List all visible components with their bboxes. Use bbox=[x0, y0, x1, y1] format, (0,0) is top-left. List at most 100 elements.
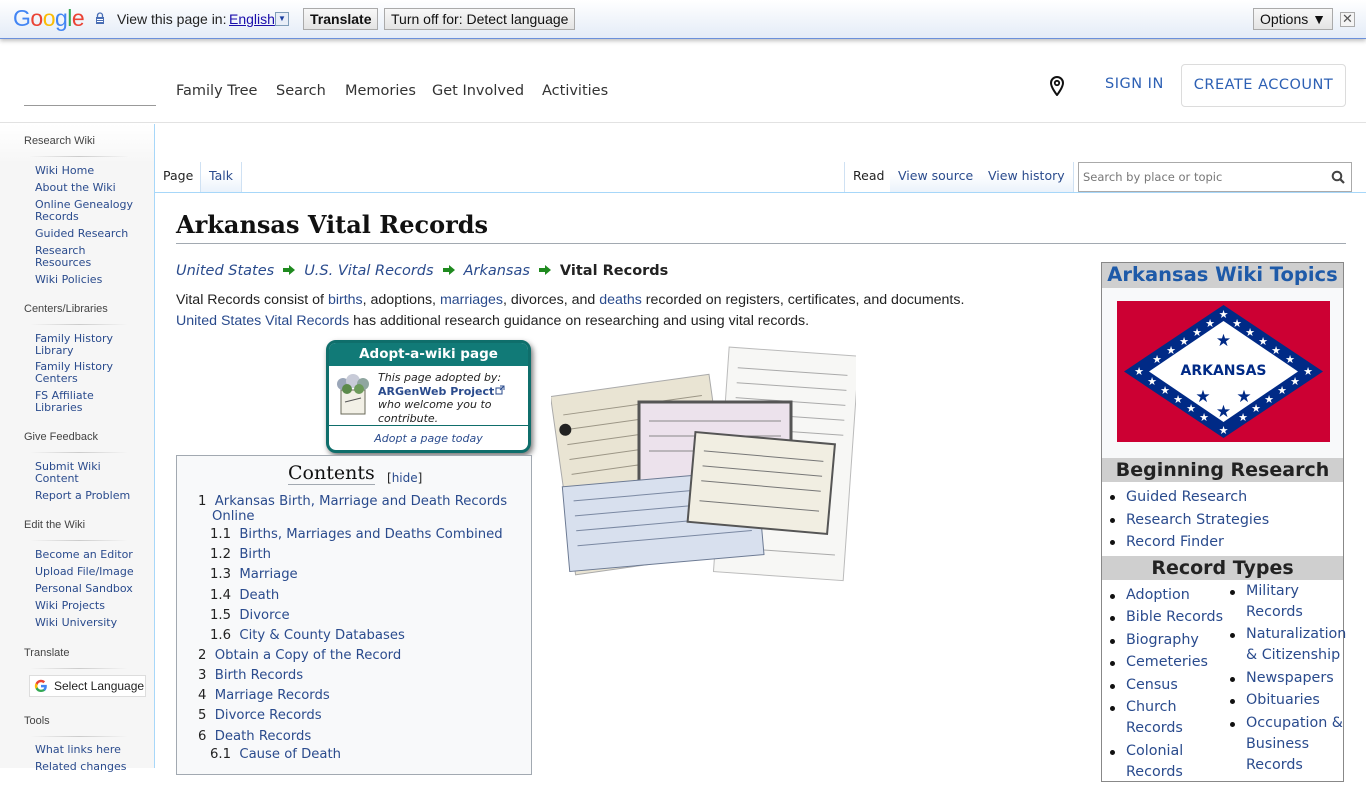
toc-link[interactable]: Arkansas Birth, Marriage and Death Recor… bbox=[215, 494, 507, 509]
sidebar-item-research-resources[interactable]: Research Resources bbox=[35, 245, 95, 269]
record-type-link[interactable]: Colonial Records bbox=[1126, 743, 1183, 780]
toc-item[interactable]: 1.4 Death bbox=[210, 588, 279, 603]
sidebar-item-report-a-problem[interactable]: Report a Problem bbox=[35, 490, 145, 502]
toc-link[interactable]: Birth bbox=[239, 547, 271, 562]
search-input[interactable]: Search by place or topic bbox=[1078, 162, 1352, 192]
adopt-a-page-link[interactable]: Adopt a page today bbox=[329, 432, 528, 445]
nav-search[interactable]: Search bbox=[276, 83, 326, 99]
sidebar-item-family-history-centers[interactable]: Family History Centers bbox=[35, 361, 115, 385]
nav-get-involved[interactable]: Get Involved bbox=[432, 83, 524, 99]
sidebar-item-fs-affiliate-libraries[interactable]: FS Affiliate Libraries bbox=[35, 390, 105, 414]
language-dropdown-icon[interactable]: ▼ bbox=[275, 12, 289, 26]
search-icon[interactable] bbox=[1331, 170, 1345, 184]
tab-view-source[interactable]: View source bbox=[890, 162, 983, 192]
record-type-link[interactable]: Biography bbox=[1126, 632, 1199, 648]
tab-talk[interactable]: Talk bbox=[200, 162, 242, 192]
sidebar-item-submit-wiki-content[interactable]: Submit Wiki Content bbox=[35, 461, 105, 485]
toc-item[interactable]: 1.2 Birth bbox=[210, 547, 271, 562]
toc-item[interactable]: Online bbox=[212, 509, 255, 524]
argenweb-project-link[interactable]: ARGenWeb Project bbox=[378, 385, 494, 398]
record-type-link[interactable]: Occupation & Business Records bbox=[1246, 715, 1343, 773]
sidebar-item-online-genealogy-records[interactable]: Online Genealogy Records bbox=[35, 199, 135, 223]
toc-link[interactable]: City & County Databases bbox=[239, 628, 404, 643]
nav-memories[interactable]: Memories bbox=[345, 83, 416, 99]
us-vital-records-link[interactable]: United States Vital Records bbox=[176, 313, 349, 329]
toc-item[interactable]: 1.6 City & County Databases bbox=[210, 628, 405, 643]
breadcrumb-united-states[interactable]: United States bbox=[176, 263, 274, 279]
logo-placeholder[interactable] bbox=[24, 105, 156, 106]
guided-research-link[interactable]: Guided Research bbox=[1126, 489, 1247, 505]
sidebar-item-upload-file-image[interactable]: Upload File/Image bbox=[35, 566, 145, 578]
toc-item[interactable]: 6.1 Cause of Death bbox=[210, 747, 341, 762]
toc-link[interactable]: Death Records bbox=[215, 729, 312, 744]
toc-item[interactable]: 4 Marriage Records bbox=[198, 688, 330, 703]
toc-link[interactable]: Births, Marriages and Deaths Combined bbox=[239, 527, 502, 542]
select-language-dropdown[interactable]: Select Language bbox=[29, 675, 146, 697]
sidebar-item-wiki-home[interactable]: Wiki Home bbox=[35, 165, 145, 177]
sidebar-item-become-an-editor[interactable]: Become an Editor bbox=[35, 549, 145, 561]
svg-text:★: ★ bbox=[1219, 424, 1229, 437]
deaths-link[interactable]: deaths bbox=[599, 292, 642, 308]
sidebar-item-family-history-library[interactable]: Family History Library bbox=[35, 333, 115, 357]
toc-item[interactable]: 2 Obtain a Copy of the Record bbox=[198, 648, 401, 663]
toc-link[interactable]: Divorce Records bbox=[215, 708, 322, 723]
toc-item[interactable]: 3 Birth Records bbox=[198, 668, 303, 683]
sign-in-link[interactable]: SIGN IN bbox=[1105, 76, 1164, 92]
sidebar-item-wiki-projects[interactable]: Wiki Projects bbox=[35, 600, 145, 612]
record-type-link[interactable]: Bible Records bbox=[1126, 609, 1223, 625]
toc-link[interactable]: Birth Records bbox=[215, 668, 303, 683]
research-strategies-link[interactable]: Research Strategies bbox=[1126, 512, 1269, 528]
record-type-link[interactable]: Military Records bbox=[1246, 583, 1303, 620]
toc-link[interactable]: Cause of Death bbox=[239, 747, 341, 762]
sidebar-item-about-the-wiki[interactable]: About the Wiki bbox=[35, 182, 145, 194]
infobox-title[interactable]: Arkansas Wiki Topics bbox=[1102, 263, 1343, 288]
births-link[interactable]: births bbox=[328, 292, 363, 308]
sidebar-item-related-changes[interactable]: Related changes bbox=[35, 761, 145, 773]
record-type-link[interactable]: Cemeteries bbox=[1126, 654, 1208, 670]
toc-link[interactable]: Death bbox=[239, 588, 279, 603]
tab-view-history-label[interactable]: View history bbox=[988, 168, 1065, 183]
nav-activities[interactable]: Activities bbox=[542, 83, 608, 99]
toc-item[interactable]: 1 Arkansas Birth, Marriage and Death Rec… bbox=[198, 494, 507, 509]
toc-link[interactable]: Obtain a Copy of the Record bbox=[215, 648, 401, 663]
toc-link[interactable]: Divorce bbox=[239, 608, 289, 623]
breadcrumb-arkansas[interactable]: Arkansas bbox=[464, 263, 530, 279]
tab-read[interactable]: Read bbox=[844, 162, 894, 192]
turn-off-button[interactable]: Turn off for: Detect language bbox=[384, 8, 576, 30]
sidebar-item-personal-sandbox[interactable]: Personal Sandbox bbox=[35, 583, 145, 595]
record-type-link[interactable]: Newspapers bbox=[1246, 670, 1334, 686]
toc-item[interactable]: 5 Divorce Records bbox=[198, 708, 322, 723]
toc-item[interactable]: 1.3 Marriage bbox=[210, 567, 298, 582]
toc-link[interactable]: Marriage bbox=[239, 567, 297, 582]
tab-page[interactable]: Page bbox=[155, 162, 203, 192]
breadcrumb-us-vital-records[interactable]: U.S. Vital Records bbox=[304, 263, 433, 279]
create-account-button[interactable]: CREATE ACCOUNT bbox=[1181, 64, 1346, 107]
record-type-link[interactable]: Obituaries bbox=[1246, 692, 1320, 708]
tab-talk-label[interactable]: Talk bbox=[209, 168, 233, 183]
record-type-link[interactable]: Naturalization & Citizenship bbox=[1246, 626, 1346, 663]
language-link[interactable]: English bbox=[229, 11, 275, 27]
translate-button[interactable]: Translate bbox=[303, 8, 379, 30]
sidebar-item-what-links-here[interactable]: What links here bbox=[35, 744, 145, 756]
sidebar-item-wiki-university[interactable]: Wiki University bbox=[35, 617, 145, 629]
tab-view-source-label[interactable]: View source bbox=[898, 168, 973, 183]
record-finder-link[interactable]: Record Finder bbox=[1126, 534, 1224, 550]
tab-view-history[interactable]: View history bbox=[980, 162, 1074, 192]
toc-hide-link[interactable]: hide bbox=[392, 471, 418, 485]
record-type-link[interactable]: Adoption bbox=[1126, 587, 1190, 603]
toc-link[interactable]: Marriage Records bbox=[215, 688, 330, 703]
marriages-link[interactable]: marriages bbox=[440, 292, 503, 308]
toc-item[interactable]: 6 Death Records bbox=[198, 729, 311, 744]
sidebar-item-guided-research[interactable]: Guided Research bbox=[35, 228, 145, 240]
close-icon[interactable]: ✕ bbox=[1340, 12, 1355, 27]
record-type-link[interactable]: Census bbox=[1126, 677, 1178, 693]
options-button[interactable]: Options ▼ bbox=[1253, 8, 1333, 30]
toc-item[interactable]: 1.5 Divorce bbox=[210, 608, 290, 623]
toc-hide-toggle[interactable]: [hide] bbox=[387, 471, 422, 485]
toc-item[interactable]: 1.1 Births, Marriages and Deaths Combine… bbox=[210, 527, 503, 542]
sidebar-item-wiki-policies[interactable]: Wiki Policies bbox=[35, 274, 145, 286]
record-type-link[interactable]: Church Records bbox=[1126, 699, 1183, 736]
nav-family-tree[interactable]: Family Tree bbox=[176, 83, 257, 99]
location-pin-icon[interactable] bbox=[1049, 76, 1065, 96]
toc-link[interactable]: Online bbox=[212, 509, 255, 524]
